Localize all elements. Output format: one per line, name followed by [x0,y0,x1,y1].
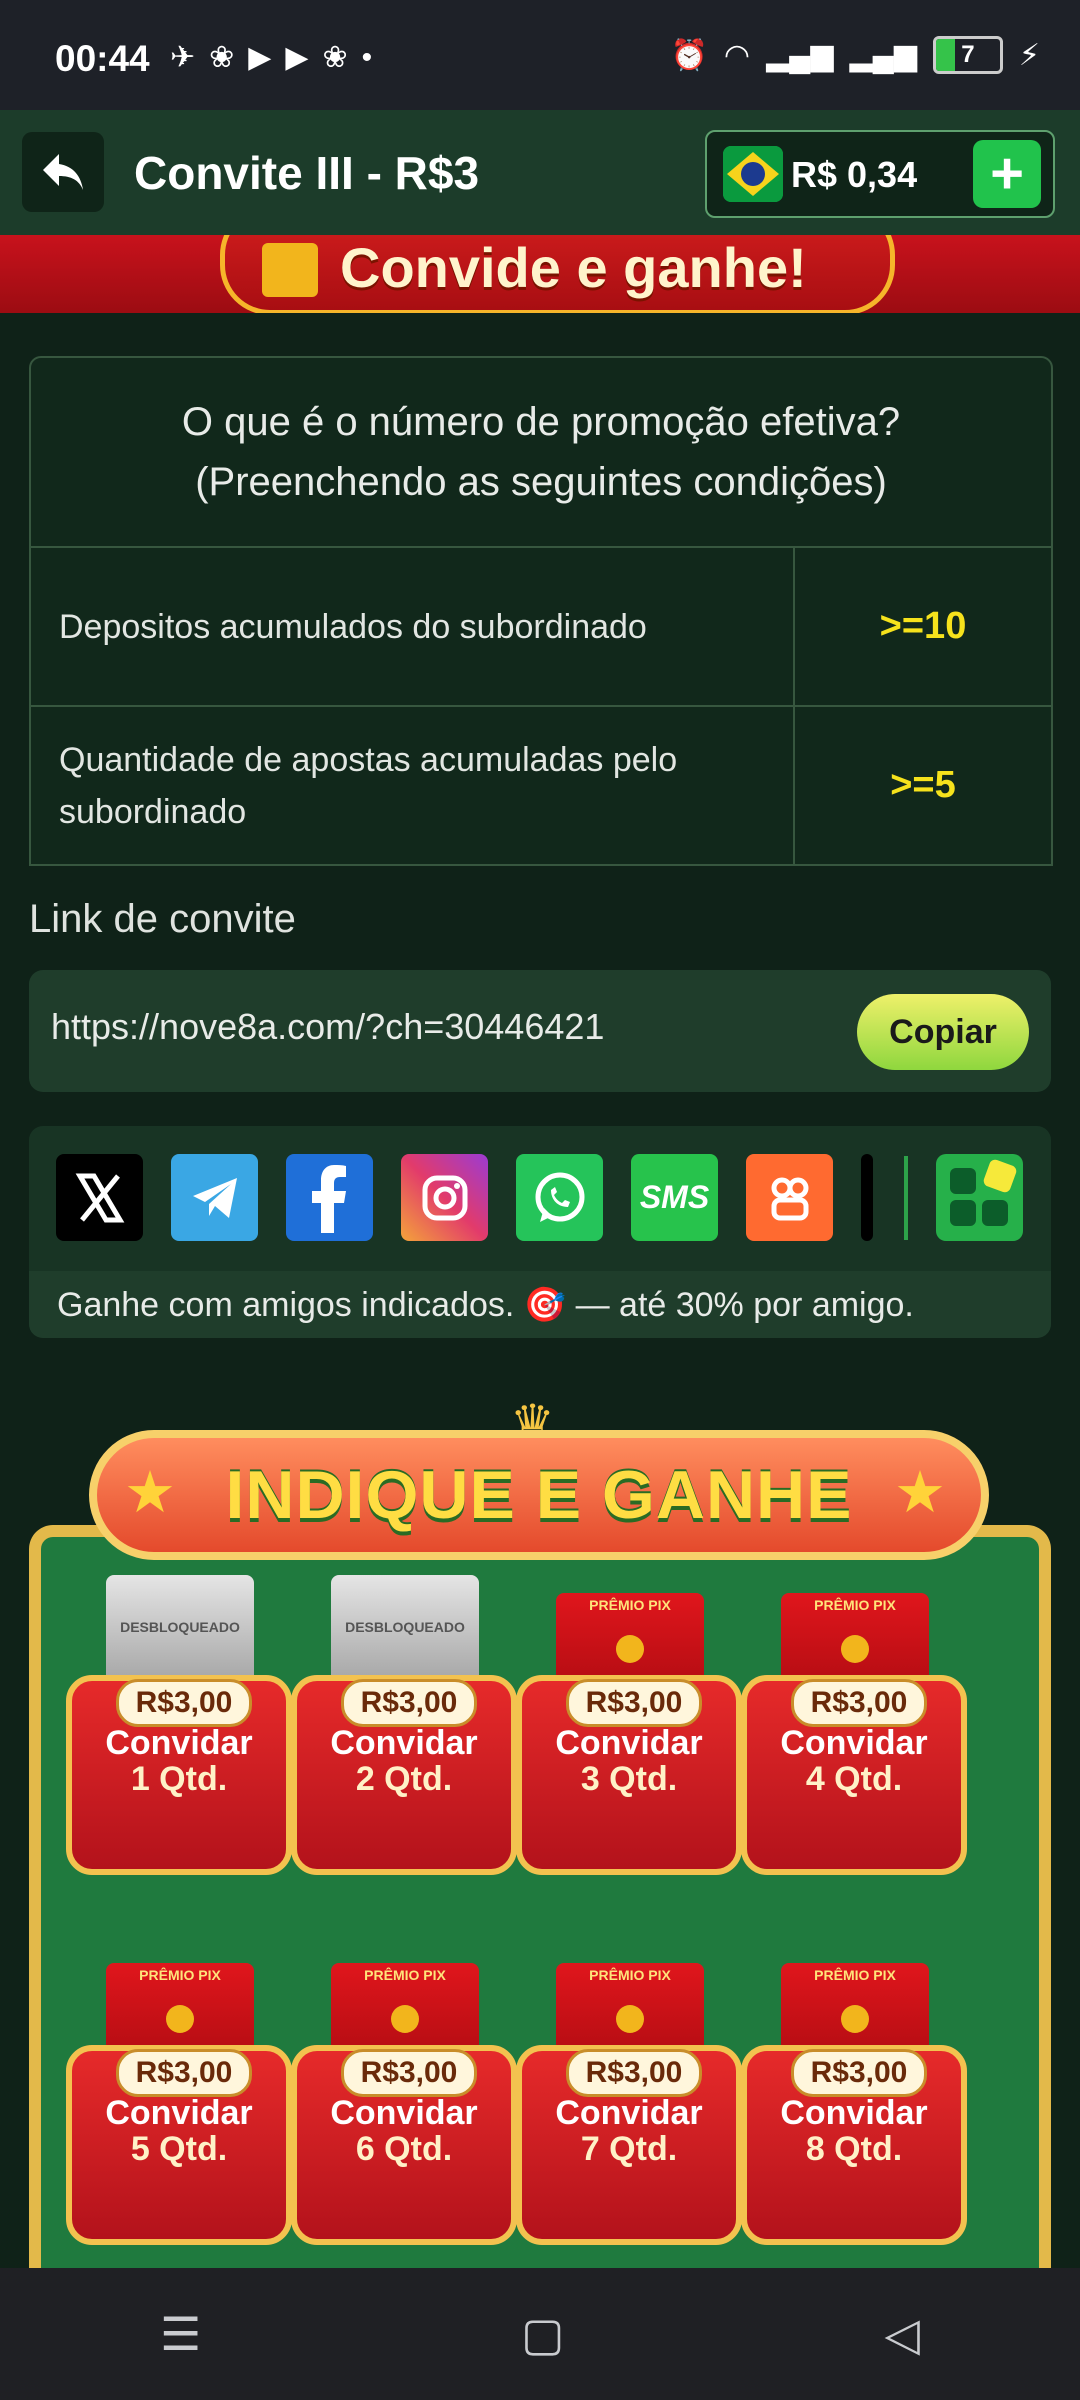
share-divider [904,1156,908,1240]
system-icons: ⏰ ◠ ▂▄▆ ▂▄▆ 7 ⚡ [671,36,1040,74]
invite-link-box: https://nove8a.com/?ch=30446421 Copiar [29,970,1051,1092]
back-button[interactable] [22,132,104,212]
balance-amount: R$ 0,34 [791,154,918,195]
kwai-notification-icon: ❀ [322,41,348,74]
instagram-icon[interactable] [401,1154,488,1241]
invite-rewards-panel: ♛ INDIQUE E GANHE ★ ★ DESBLOQUEADO R$3,0… [29,1395,1051,2285]
promo-banner: Convide e ganhe! [0,235,1080,313]
sms-icon[interactable]: SMS [631,1154,718,1241]
reward-card[interactable]: PRÊMIO PIX R$3,00 Convidar 4 Qtd. [729,1575,967,1875]
notification-icons: ✈ ❀ ▶ ▶ ❀ • [170,40,372,75]
wifi-icon: ◠ [723,38,751,72]
page-title: Convite III - R$3 [134,147,480,199]
reward-price: R$3,00 [566,2049,702,2097]
rewards-ribbon: INDIQUE E GANHE [89,1430,989,1560]
reward-price: R$3,00 [566,1679,702,1727]
charging-icon: ⚡ [1018,38,1040,72]
signal-icon: ▂▄▆ [766,38,834,72]
more-share-icon[interactable] [861,1154,873,1241]
share-panel: SMS Ganhe com amigos indicados. 🎯 — até … [29,1126,1051,1338]
invite-button[interactable]: Convidar 4 Qtd. [741,1725,967,1797]
facebook-icon[interactable] [286,1154,373,1241]
reward-card[interactable]: PRÊMIO PIX R$3,00 Convidar 6 Qtd. [279,1945,517,2245]
star-icon: ★ [124,1460,176,1525]
kwai-notification-icon: ❀ [209,41,235,74]
reward-card[interactable]: PRÊMIO PIX R$3,00 Convidar 3 Qtd. [504,1575,742,1875]
reward-card[interactable]: DESBLOQUEADO R$3,00 Convidar 2 Qtd. [279,1575,517,1875]
invite-button[interactable]: Convidar 3 Qtd. [516,1725,742,1797]
conditions-heading: O que é o número de promoção efetiva? (P… [31,358,1051,548]
condition-label: Depositos acumulados do subordinado [31,548,795,705]
back-icon[interactable]: ◁ [885,2307,920,2361]
youtube-notification-icon: ▶ [285,41,309,74]
rewards-title: INDIQUE E GANHE [225,1457,853,1533]
invite-link-title: Link de convite [29,897,296,941]
more-apps-icon[interactable] [936,1154,1023,1241]
deposit-button[interactable]: + [973,140,1041,208]
home-icon[interactable]: ▢ [521,2307,564,2361]
reward-price: R$3,00 [341,1679,477,1727]
reward-price: R$3,00 [116,1679,252,1727]
reward-card[interactable]: PRÊMIO PIX R$3,00 Convidar 5 Qtd. [54,1945,292,2245]
invite-button[interactable]: Convidar 7 Qtd. [516,2095,742,2167]
invite-button[interactable]: Convidar 8 Qtd. [741,2095,967,2167]
alarm-icon: ⏰ [670,38,708,72]
table-row: Quantidade de apostas acumuladas pelo su… [31,707,1051,864]
conditions-table: O que é o número de promoção efetiva? (P… [29,356,1053,866]
reward-price: R$3,00 [791,2049,927,2097]
x-icon[interactable] [56,1154,143,1241]
invite-button[interactable]: Convidar 2 Qtd. [291,1725,517,1797]
telegram-notification-icon: ✈ [170,41,196,74]
battery-icon: 7 [932,36,1003,74]
app-header: Convite III - R$3 R$ 0,34 + [0,110,1080,237]
invite-button[interactable]: Convidar 6 Qtd. [291,2095,517,2167]
invite-url[interactable]: https://nove8a.com/?ch=30446421 [51,1006,604,1048]
condition-value: >=5 [890,764,956,806]
kwai-icon[interactable] [746,1154,833,1241]
invite-button[interactable]: Convidar 5 Qtd. [66,2095,292,2167]
system-nav-bar: ☰ ▢ ◁ [0,2268,1080,2400]
telegram-icon[interactable] [171,1154,258,1241]
wallet-balance[interactable]: R$ 0,34 + [705,130,1055,218]
reward-price: R$3,00 [116,2049,252,2097]
reward-price: R$3,00 [341,2049,477,2097]
clock: 00:44 [55,38,150,79]
share-icons-row[interactable]: SMS [56,1154,906,1242]
brazil-flag-icon [723,146,783,202]
more-notifications-icon: • [361,40,373,74]
reward-card[interactable]: DESBLOQUEADO R$3,00 Convidar 1 Qtd. [54,1575,292,1875]
star-icon: ★ [894,1460,946,1525]
signal-icon: ▂▄▆ [849,38,917,72]
youtube-notification-icon: ▶ [248,41,272,74]
recent-apps-icon[interactable]: ☰ [160,2307,201,2361]
invite-button[interactable]: Convidar 1 Qtd. [66,1725,292,1797]
condition-label: Quantidade de apostas acumuladas pelo su… [31,707,795,864]
share-note: Ganhe com amigos indicados. 🎯 — até 30% … [29,1271,1051,1338]
banner-text: Convide e ganhe! [340,236,807,299]
whatsapp-icon[interactable] [516,1154,603,1241]
condition-value: >=10 [879,605,967,647]
back-arrow-icon [43,154,83,190]
gift-icon [262,243,318,297]
copy-button[interactable]: Copiar [857,994,1029,1070]
reward-card[interactable]: PRÊMIO PIX R$3,00 Convidar 7 Qtd. [504,1945,742,2245]
table-row: Depositos acumulados do subordinado >=10 [31,548,1051,707]
reward-price: R$3,00 [791,1679,927,1727]
status-bar: 00:44 ✈ ❀ ▶ ▶ ❀ • ⏰ ◠ ▂▄▆ ▂▄▆ 7 ⚡ [0,0,1080,110]
reward-card[interactable]: PRÊMIO PIX R$3,00 Convidar 8 Qtd. [729,1945,967,2245]
